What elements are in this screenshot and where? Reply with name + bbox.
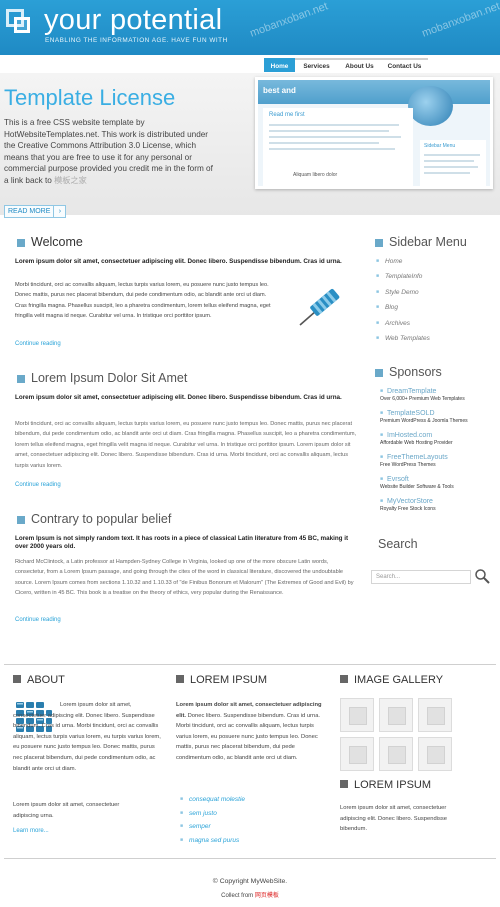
pushpin-icon	[299, 288, 340, 326]
banner-text: This is a free CSS website template by H…	[4, 118, 213, 185]
sponsor-item[interactable]: DreamTemplateOver 6,000+ Premium Web Tem…	[380, 388, 465, 402]
footer-list-item[interactable]: sem justo	[180, 810, 245, 824]
footer-lorem2-title: LOREM IPSUM	[340, 779, 431, 791]
square-bullet-icon	[176, 675, 184, 683]
site-slogan: ENABLING THE INFORMATION AGE. HAVE FUN W…	[45, 37, 228, 44]
about-title: ABOUT	[13, 674, 65, 686]
watermark: mobanxoban.net	[248, 0, 330, 40]
screenshot-logo: best and	[263, 86, 296, 95]
site-title[interactable]: your potential	[44, 4, 222, 37]
footer-lorem-text: Lorem ipsum dolor sit amet, consectetuer…	[176, 702, 322, 761]
read-more-button[interactable]: READ MORE ›	[4, 205, 67, 218]
credit-link[interactable]: 模板之家	[54, 176, 87, 185]
contrary-title: Contrary to popular belief	[17, 512, 171, 526]
nav-home[interactable]: Home	[264, 58, 295, 72]
square-bullet-icon	[17, 374, 25, 383]
square-bullet-icon	[375, 368, 383, 377]
about-text-2: Lorem ipsum dolor sit amet, consectetuer…	[13, 802, 120, 819]
welcome-lead: Lorem ipsum dolor sit amet, consectetuer…	[15, 258, 342, 265]
gallery-thumbnail[interactable]	[379, 698, 413, 732]
sponsor-item[interactable]: EvrsoftWebsite Builder Software & Tools	[380, 476, 454, 490]
sidebar-menu-title: Sidebar Menu	[375, 235, 467, 249]
sidebar-item-archives[interactable]: Archives	[376, 320, 430, 335]
contrary-lead: Lorem Ipsum is not simply random text. I…	[15, 535, 349, 550]
sponsor-item[interactable]: FreeThemeLayoutsFree WordPress Themes	[380, 454, 448, 468]
search-title: Search	[378, 537, 418, 551]
gallery-thumbnail[interactable]	[379, 737, 413, 771]
lorem-lead: Lorem ipsum dolor sit amet, consectetuer…	[15, 394, 342, 401]
square-bullet-icon	[375, 238, 383, 247]
welcome-continue-link[interactable]: Continue reading	[15, 341, 61, 347]
gallery-thumbnail[interactable]	[340, 698, 374, 732]
square-bullet-icon	[340, 675, 348, 683]
sponsors-title: Sponsors	[375, 365, 442, 379]
banner-title: Template License	[4, 85, 176, 110]
welcome-body: Morbi tincidunt, orci ac convallis aliqu…	[15, 282, 271, 320]
template-screenshot: best and Read me first Aliquam libero do…	[255, 77, 493, 189]
gallery-thumbnail[interactable]	[340, 737, 374, 771]
learn-more-link[interactable]: Learn more...	[13, 828, 49, 834]
footer-list-item[interactable]: semper	[180, 823, 245, 837]
nav-contact-us[interactable]: Contact Us	[381, 58, 428, 72]
screenshot-graphic	[408, 86, 453, 126]
contrary-body: Richard McClintock, a Latin professor at…	[15, 559, 354, 597]
gallery-thumbnail[interactable]	[418, 737, 452, 771]
gallery-thumbnail[interactable]	[418, 698, 452, 732]
sidebar-item-style-demo[interactable]: Style Demo	[376, 289, 430, 304]
search-icon[interactable]	[474, 568, 490, 584]
square-bullet-icon	[13, 675, 21, 683]
lorem-body: Morbi tincidunt, orci ac convallis aliqu…	[15, 421, 357, 469]
sponsor-item[interactable]: ImHosted.comAffordable Web Hosting Provi…	[380, 432, 453, 446]
copyright: © Copyright MyWebSite.	[212, 878, 288, 885]
main-nav: Home Services About Us Contact Us	[264, 58, 428, 72]
screenshot-sidebar: Sidebar Menu	[424, 143, 456, 149]
sidebar-item-blog[interactable]: Blog	[376, 304, 430, 319]
about-text: Lorem ipsum dolor sit amet, consectetuer…	[13, 702, 161, 772]
sidebar-item-home[interactable]: Home	[376, 258, 430, 273]
footer-lorem2-text: Lorem ipsum dolor sit amet, consectetuer…	[340, 805, 447, 833]
square-bullet-icon	[340, 780, 348, 788]
footer-list-item[interactable]: magna sed purus	[180, 837, 245, 851]
contrary-continue-link[interactable]: Continue reading	[15, 617, 61, 623]
divider	[4, 858, 496, 859]
sidebar-menu: Home TemplateInfo Style Demo Blog Archiv…	[376, 258, 430, 350]
screenshot-heading: Read me first	[269, 112, 305, 118]
gallery-title: IMAGE GALLERY	[340, 674, 443, 686]
lorem-title: Lorem Ipsum Dolor Sit Amet	[17, 371, 187, 385]
footer-lorem-title: LOREM IPSUM	[176, 674, 267, 686]
collect-line: Collect from 网页模板	[221, 893, 279, 899]
divider	[4, 664, 496, 665]
search-input[interactable]: Search...	[371, 570, 471, 584]
welcome-title: Welcome	[17, 235, 83, 249]
header: your potential ENABLING THE INFORMATION …	[0, 0, 500, 55]
square-bullet-icon	[17, 238, 25, 247]
lorem-continue-link[interactable]: Continue reading	[15, 482, 61, 488]
arrow-right-icon: ›	[53, 206, 65, 217]
logo-icon[interactable]	[6, 9, 30, 33]
sidebar-item-web-templates[interactable]: Web Templates	[376, 335, 430, 350]
sidebar-item-templateinfo[interactable]: TemplateInfo	[376, 273, 430, 288]
nav-about-us[interactable]: About Us	[338, 58, 381, 72]
collect-link[interactable]: 网页模板	[255, 893, 279, 899]
footer-list-item[interactable]: consequat molestie	[180, 796, 245, 810]
nav-services[interactable]: Services	[295, 58, 338, 72]
square-bullet-icon	[17, 515, 25, 524]
sponsor-item[interactable]: MyVectorStoreRoyalty Free Stock Icons	[380, 498, 436, 512]
screenshot-footer: Aliquam libero dolor	[293, 172, 338, 178]
read-more-label: READ MORE	[8, 208, 51, 215]
sponsor-item[interactable]: TemplateSOLDPremium WordPress & Joomla T…	[380, 410, 468, 424]
footer-lorem-list: consequat molestie sem justo semper magn…	[180, 796, 245, 850]
watermark: mobanxoban.net	[420, 0, 500, 40]
